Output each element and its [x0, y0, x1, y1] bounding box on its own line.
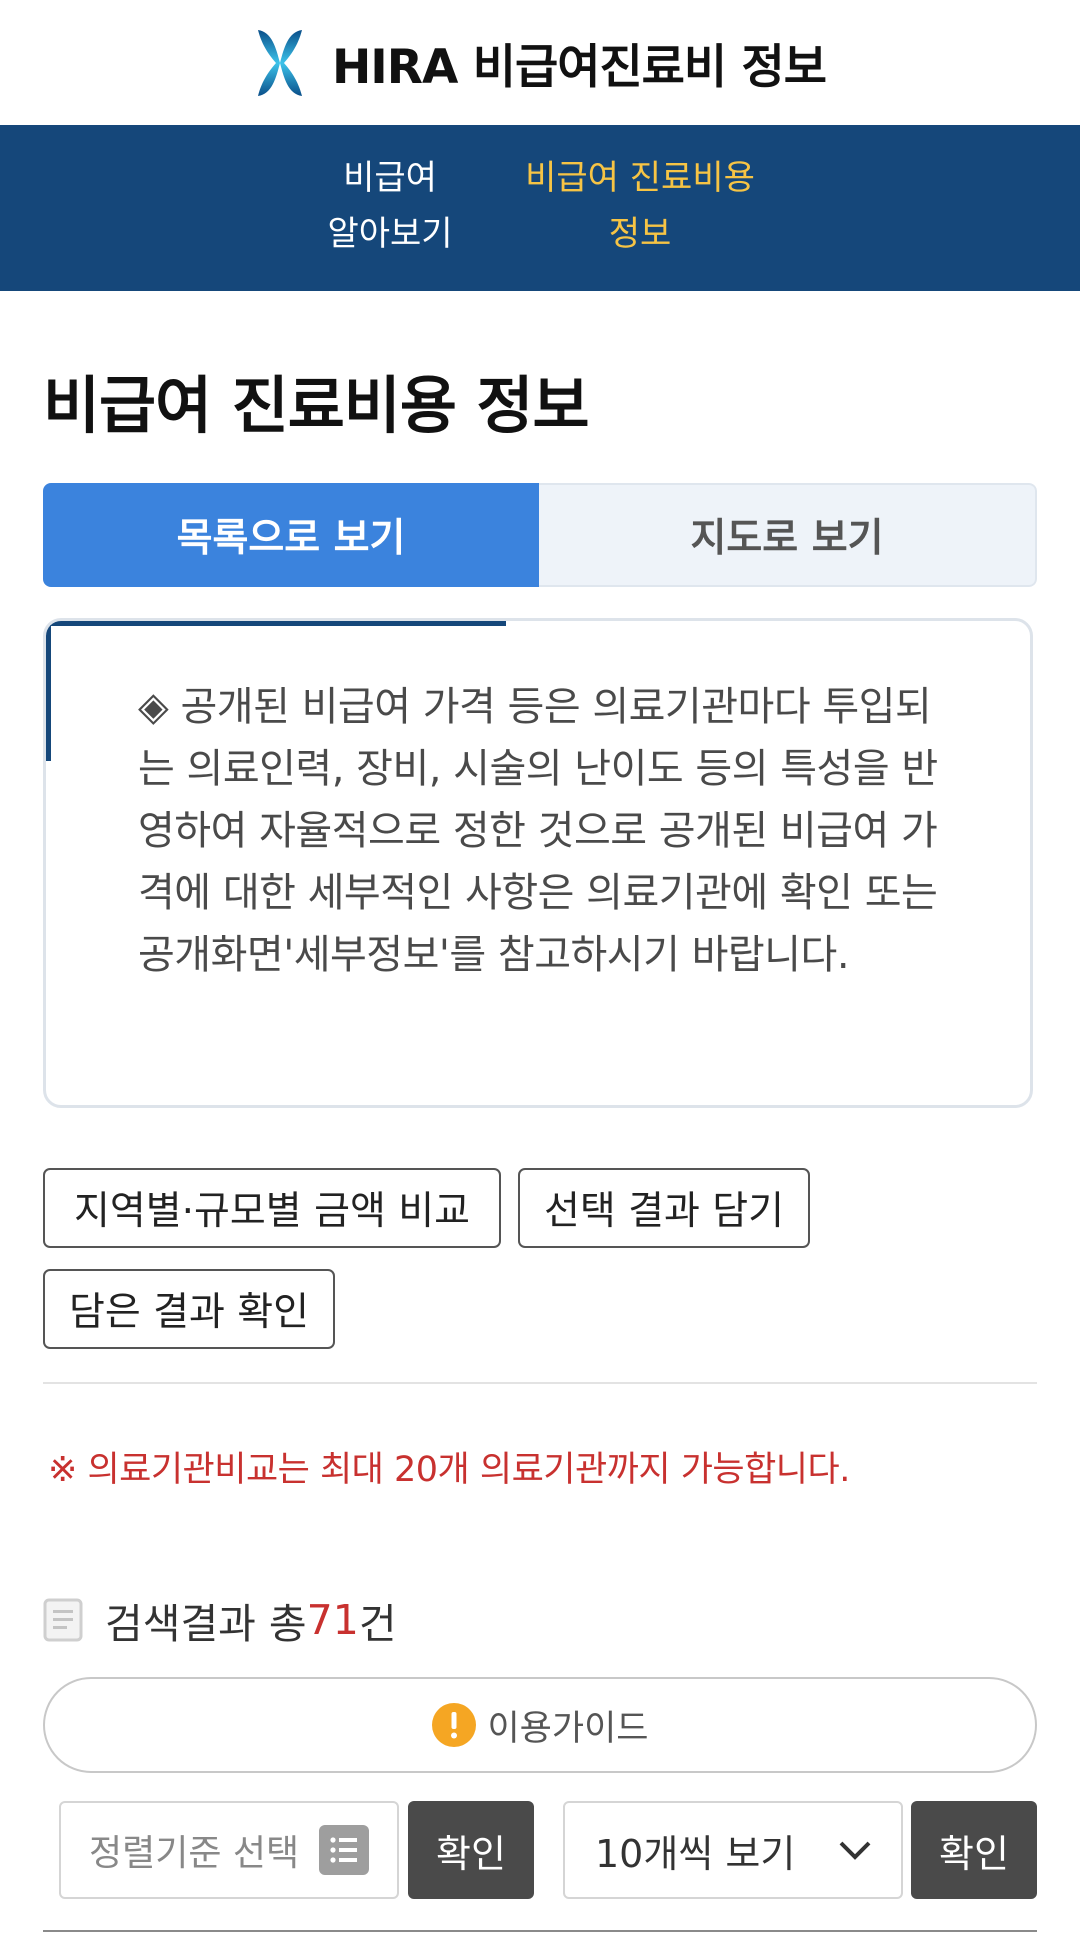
view-saved-button[interactable]: 담은 결과 확인 [43, 1269, 335, 1349]
divider [43, 1930, 1037, 1932]
main-nav: 비급여 알아보기 비급여 진료비용 정보 [0, 125, 1080, 291]
notice-accent [46, 621, 51, 761]
app-title: HIRA 비급여진료비 정보 [331, 40, 827, 95]
nav-item-label-line1: 비급여 [343, 158, 437, 198]
nav-item-label-line2: 정보 [608, 214, 672, 254]
user-guide-button[interactable]: 이용가이드 [43, 1677, 1037, 1773]
tab-list-view[interactable]: 목록으로 보기 [43, 483, 539, 587]
nav-item-label-line2: 알아보기 [327, 214, 453, 254]
result-suffix: 건 [358, 1600, 397, 1648]
user-guide-label: 이용가이드 [487, 1708, 649, 1749]
exclamation-icon [432, 1703, 477, 1747]
hira-logo-icon [257, 29, 302, 96]
document-icon [43, 1598, 83, 1642]
sort-select[interactable]: 정렬기준 선택 [59, 1801, 399, 1899]
divider [43, 1382, 1037, 1384]
page-title: 비급여 진료비용 정보 [43, 369, 590, 442]
notice-box: ◈ 공개된 비급여 가격 등은 의료기관마다 투입되는 의료인력, 장비, 시술… [43, 618, 1033, 1108]
compare-limit-note: ※ 의료기관비교는 최대 20개 의료기관까지 가능합니다. [48, 1450, 850, 1490]
chevron-down-icon [839, 1841, 871, 1860]
result-prefix: 검색결과 총 [105, 1600, 307, 1648]
add-selection-button[interactable]: 선택 결과 담기 [518, 1168, 810, 1248]
nav-item-about-noncovered[interactable]: 비급여 알아보기 [310, 125, 470, 291]
nav-item-label-line1: 비급여 진료비용 [525, 158, 755, 198]
view-tabs: 목록으로 보기 지도로 보기 [43, 483, 1037, 587]
compare-region-button[interactable]: 지역별·규모별 금액 비교 [43, 1168, 501, 1248]
notice-text: ◈ 공개된 비급여 가격 등은 의료기관마다 투입되는 의료인력, 장비, 시술… [138, 684, 938, 978]
sort-placeholder: 정렬기준 선택 [89, 1833, 300, 1874]
list-icon [319, 1825, 369, 1875]
per-page-value: 10개씩 보기 [595, 1831, 796, 1876]
result-count: 71 [306, 1596, 359, 1644]
per-page-confirm-button[interactable]: 확인 [911, 1801, 1037, 1899]
result-summary: 검색결과 총 71 건 [43, 1590, 397, 1650]
app-header: HIRA 비급여진료비 정보 [0, 0, 1080, 125]
notice-accent [46, 621, 506, 626]
nav-item-cost-info[interactable]: 비급여 진료비용 정보 [510, 125, 770, 291]
sort-confirm-button[interactable]: 확인 [408, 1801, 534, 1899]
tab-map-view[interactable]: 지도로 보기 [539, 483, 1037, 587]
per-page-select[interactable]: 10개씩 보기 [563, 1801, 903, 1899]
